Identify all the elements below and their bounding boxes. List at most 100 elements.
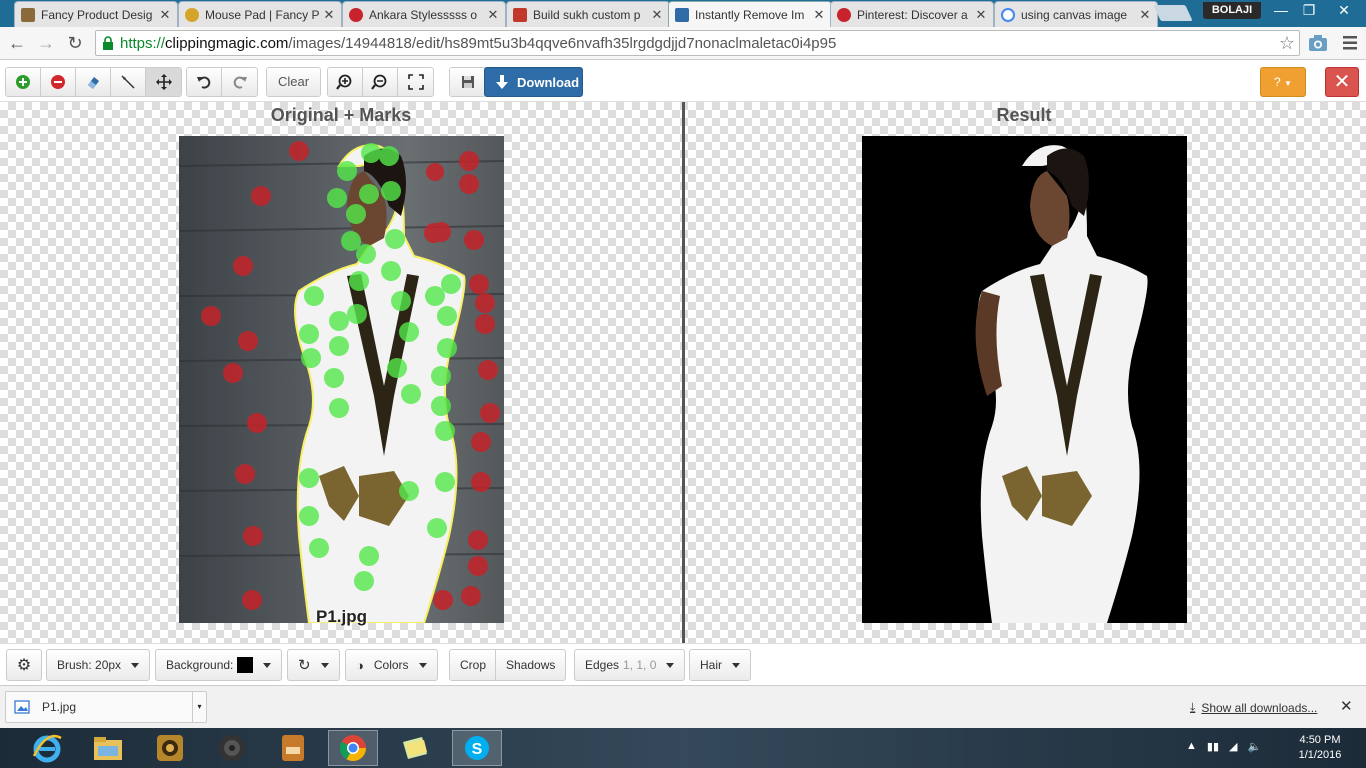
move-arrows-icon [155,74,172,90]
browser-tab[interactable]: Fancy Product Desig ✕ [14,1,178,27]
redo-button[interactable] [222,68,257,96]
new-tab-button[interactable] [1153,5,1193,21]
download-item[interactable]: P1.jpg ▾ [5,691,207,723]
colors-dropdown[interactable]: ◑ Colors [345,649,438,681]
camera-icon[interactable] [1308,34,1328,52]
browser-tab[interactable]: Build sukh custom p ✕ [506,1,670,27]
download-button[interactable]: Download [484,67,583,97]
sticky-logo [403,737,427,759]
system-tray: ▲ ▮▮ ◢ 🔈 [1186,740,1261,753]
clock-time: 4:50 PM [1299,734,1341,746]
bookmark-star-icon[interactable]: ☆ [1279,33,1295,54]
browser-tab[interactable]: Pinterest: Discover a ✕ [830,1,994,27]
minimize-icon[interactable]: — [1268,0,1294,20]
show-all-downloads-link[interactable]: ⤓ Show all downloads... [1190,700,1317,715]
network-icon[interactable]: ▮▮ [1207,740,1219,753]
tab-title: Ankara Stylesssss o [369,7,478,22]
rotate-dropdown[interactable]: ↻ [287,649,340,681]
rotate-icon: ↻ [298,657,311,674]
ie-logo [32,734,62,763]
fit-button[interactable] [398,68,433,96]
zoom-out-icon [371,74,387,90]
app-icon[interactable] [145,730,195,766]
tab-title: using canvas image [1021,7,1128,22]
signal-icon[interactable]: ◢ [1229,740,1237,753]
taskbar-clock[interactable]: 4:50 PM 1/1/2016 [1290,733,1350,763]
pinterest-icon [349,7,363,22]
panel-divider[interactable] [682,102,685,643]
document-app-icon[interactable] [268,730,318,766]
url-host: clippingmagic.com [165,35,289,52]
shadows-label: Shadows [506,658,556,672]
scalpel-button[interactable] [111,68,146,96]
history-group [186,67,258,97]
tab-close-icon[interactable]: ✕ [157,7,173,23]
tab-close-icon[interactable]: ✕ [973,7,989,23]
zoom-in-button[interactable] [328,68,363,96]
browser-tab[interactable]: using canvas image ✕ [994,1,1158,27]
chrome-icon[interactable] [328,730,378,766]
chevron-down-icon [263,662,272,668]
chevron-down-icon[interactable]: ▾ [192,692,206,722]
sticky-app-icon[interactable] [390,730,440,766]
shadows-button[interactable]: Shadows [495,649,567,681]
show-all-label: Show all downloads... [1201,700,1318,715]
downloads-shelf: P1.jpg ▾ ⤓ Show all downloads... ✕ [0,685,1366,728]
close-editor-button[interactable]: ✕ [1325,67,1359,97]
colors-label: Colors [373,658,409,672]
clear-button[interactable]: Clear [267,68,321,96]
profile-button[interactable]: BOLAJI [1203,2,1261,19]
reload-icon[interactable]: ↻ [63,31,87,55]
tab-close-icon[interactable]: ✕ [649,7,665,23]
hair-dropdown[interactable]: Hair [689,649,752,681]
crop-button[interactable]: Crop [449,649,498,681]
eraser-button[interactable] [76,68,111,96]
tab-close-icon[interactable]: ✕ [811,7,827,23]
help-button[interactable]: ? ▼ [1260,67,1306,97]
chevron-down-icon: ▼ [1284,79,1292,88]
undo-button[interactable] [187,68,222,96]
svg-text:S: S [472,741,483,758]
browser-tab-active[interactable]: Instantly Remove Im ✕ [668,1,832,27]
edges-dropdown[interactable]: Edges 1, 1, 0 [574,649,686,681]
zoom-in-icon [336,74,352,90]
tab-close-icon[interactable]: ✕ [485,7,501,23]
back-arrow-icon[interactable]: ← [5,31,29,55]
keep-brush-button[interactable] [6,68,41,96]
tab-favicon-icon [21,7,35,22]
zoom-out-button[interactable] [363,68,398,96]
settings-button[interactable]: ⚙ [6,649,42,681]
result-image-canvas [862,136,1187,623]
tab-close-icon[interactable]: ✕ [1137,7,1153,23]
skype-icon[interactable]: S [452,730,502,766]
internet-explorer-icon[interactable] [22,730,72,766]
chrome-menu-icon[interactable] [1343,34,1357,52]
eraser-icon [88,77,99,89]
address-bar[interactable]: https://clippingmagic.com/images/1494481… [95,30,1300,56]
clock-date: 1/1/2016 [1298,749,1342,761]
close-shelf-icon[interactable]: ✕ [1340,697,1353,715]
browser-tab[interactable]: Ankara Stylesssss o ✕ [342,1,506,27]
save-button[interactable] [450,68,485,96]
maximize-icon[interactable]: ❐ [1296,0,1322,20]
file-explorer-icon[interactable] [83,730,133,766]
volume-icon[interactable]: 🔈 [1247,740,1261,753]
remove-brush-button[interactable] [41,68,76,96]
color-swatch [237,657,254,673]
browser-tab[interactable]: Mouse Pad | Fancy P ✕ [178,1,342,27]
brush-size-dropdown[interactable]: Brush: 20px [46,649,151,681]
background-color-dropdown[interactable]: Background: [155,649,283,681]
tray-expand-icon[interactable]: ▲ [1186,740,1197,753]
tab-close-icon[interactable]: ✕ [321,7,337,23]
original-image-canvas[interactable] [179,136,504,623]
media-player-icon[interactable] [207,730,257,766]
help-label: ? [1274,75,1281,89]
chevron-down-icon [320,662,329,668]
forward-arrow-icon[interactable]: → [34,31,58,55]
doc-logo [282,735,304,761]
chevron-down-icon [131,662,140,668]
skype-logo: S [465,736,489,760]
window-close-icon[interactable]: ✕ [1324,0,1364,20]
pan-button[interactable] [146,68,181,96]
editor-workspace: Original + Marks Result P1.jpg [0,102,1366,643]
